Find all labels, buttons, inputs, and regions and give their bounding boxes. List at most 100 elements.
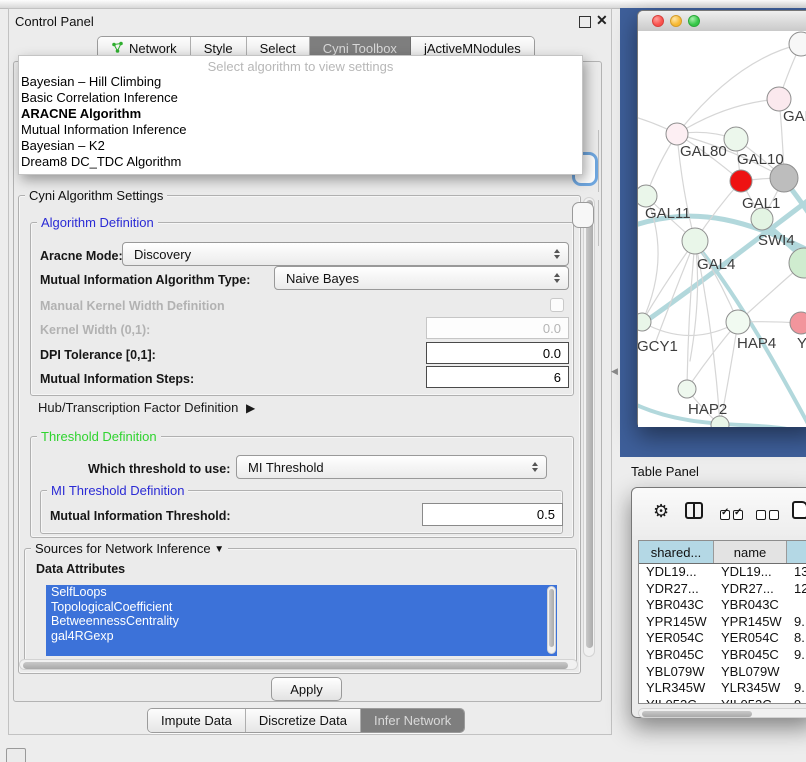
zoom-traffic-light[interactable] <box>688 15 700 27</box>
algorithm-placeholder: Select algorithm to view settings <box>19 59 582 74</box>
deselect-all-icon[interactable] <box>756 506 782 524</box>
attribute-betweennesscentrality[interactable]: BetweennessCentrality <box>46 614 557 629</box>
table-cell: 9. <box>787 647 806 664</box>
network-window-titlebar[interactable] <box>638 11 806 32</box>
table-horizontal-scrollbar[interactable] <box>638 708 806 718</box>
bottom-tabbar: Impute DataDiscretize DataInfer Network <box>147 708 465 733</box>
edge <box>642 241 695 322</box>
node-gal10[interactable] <box>724 127 748 151</box>
table-cell: YER054C <box>639 630 714 647</box>
table-cell: YPR145W <box>639 614 714 631</box>
node-gal11[interactable] <box>638 185 657 207</box>
node-gal1-red[interactable] <box>730 170 752 192</box>
node-gal4[interactable] <box>682 228 708 254</box>
table-toolbar: ⚙ <box>632 488 806 536</box>
node-gcy1[interactable] <box>638 313 651 331</box>
algorithm-option-bayesian-k2[interactable]: Bayesian – K2 <box>19 138 582 154</box>
data-attributes-list[interactable]: SelfLoopsTopologicalCoefficientBetweenne… <box>46 585 557 656</box>
algorithm-definition-title: Algorithm Definition <box>37 215 158 230</box>
tab-infer-network[interactable]: Infer Network <box>361 709 464 732</box>
network-view-window: GAL7GAL80GAL10GAL1SWI4GAL11GAL4GCY1HAP4Y… <box>637 10 806 427</box>
column-header-a[interactable]: A <box>787 541 806 563</box>
new-table-icon[interactable] <box>792 501 806 519</box>
kernel-width-label: Kernel Width (0,1): <box>40 323 150 337</box>
table-row[interactable]: YDL19...YDL19...13 <box>639 564 806 581</box>
algorithm-option-mutual-information-inference[interactable]: Mutual Information Inference <box>19 122 582 138</box>
select-all-icon[interactable] <box>720 506 746 524</box>
network-graph: GAL7GAL80GAL10GAL1SWI4GAL11GAL4GCY1HAP4Y… <box>638 31 806 427</box>
sources-title[interactable]: Sources for Network Inference ▼ <box>31 541 228 556</box>
hidden-group-border-fragment <box>598 130 599 192</box>
node-label-gal7: GAL7 <box>783 108 806 125</box>
column-pair-icon[interactable] <box>685 502 703 519</box>
table-cell: YDR27... <box>639 581 714 598</box>
table-row[interactable]: YER054CYER054C8. <box>639 630 806 647</box>
kernel-width-field[interactable]: 0.0 <box>426 317 569 339</box>
attribute-list-scrollbar[interactable] <box>547 586 556 654</box>
node-top-partial[interactable] <box>789 32 806 56</box>
tab-label: Cyni Toolbox <box>323 41 397 56</box>
network-canvas[interactable]: GAL7GAL80GAL10GAL1SWI4GAL11GAL4GCY1HAP4Y… <box>638 31 806 427</box>
tab-discretize-data[interactable]: Discretize Data <box>246 709 361 732</box>
node-hap2[interactable] <box>678 380 696 398</box>
mi-algorithm-type-label: Mutual Information Algorithm Type: <box>40 273 250 287</box>
edge <box>687 241 695 389</box>
table-row[interactable]: YIL052CYIL052C9. <box>639 697 806 703</box>
apply-button[interactable]: Apply <box>271 677 342 701</box>
algorithm-option-aracne-algorithm[interactable]: ARACNE Algorithm <box>19 106 582 122</box>
attribute-selfloops[interactable]: SelfLoops <box>46 585 557 600</box>
column-header-name[interactable]: name <box>714 541 787 563</box>
attribute-gal4rgexp[interactable]: gal4RGexp <box>46 629 557 644</box>
table-row[interactable]: YBR043CYBR043C <box>639 597 806 614</box>
table-row[interactable]: YLR345WYLR345W9. <box>639 680 806 697</box>
table-cell: YBR045C <box>714 647 787 664</box>
dpi-tolerance-field[interactable]: 0.0 <box>426 342 569 364</box>
manual-kernel-width-label: Manual Kernel Width Definition <box>40 299 225 313</box>
which-threshold-label: Which threshold to use: <box>88 462 230 476</box>
close-icon[interactable]: ✕ <box>596 12 608 29</box>
node-gal80[interactable] <box>666 123 688 145</box>
threshold-definition-title: Threshold Definition <box>37 429 161 444</box>
close-traffic-light[interactable] <box>652 15 664 27</box>
table-row[interactable]: YBL079WYBL079W <box>639 664 806 681</box>
control-panel-title: Control Panel <box>15 14 94 29</box>
table-cell: YIL052C <box>714 697 787 703</box>
tab-label: Network <box>129 41 177 56</box>
table-cell: YBL079W <box>639 664 714 681</box>
table-row[interactable]: YBR045CYBR045C9. <box>639 647 806 664</box>
node-label-gal80: GAL80 <box>680 143 727 160</box>
which-threshold-select[interactable]: MI Threshold <box>236 455 547 479</box>
tab-impute-data[interactable]: Impute Data <box>148 709 246 732</box>
node-hap4[interactable] <box>726 310 750 334</box>
algorithm-option-bayesian-hill-climbing[interactable]: Bayesian – Hill Climbing <box>19 74 582 90</box>
node-gray-node[interactable] <box>770 164 798 192</box>
settings-gear-icon[interactable]: ⚙ <box>653 502 669 520</box>
settings-vertical-scrollbar[interactable] <box>583 197 595 657</box>
table-cell: YPR145W <box>714 614 787 631</box>
combo-fragment <box>572 202 594 228</box>
table-row[interactable]: YPR145WYPR145W9. <box>639 614 806 631</box>
settings-horizontal-scrollbar[interactable] <box>19 659 578 670</box>
mi-steps-field[interactable]: 6 <box>426 366 569 388</box>
minimize-traffic-light[interactable] <box>670 15 682 27</box>
panel-divider-collapse-icon[interactable]: ◀ <box>611 366 618 377</box>
aracne-mode-label: Aracne Mode: <box>40 249 123 263</box>
float-window-icon[interactable] <box>579 16 591 28</box>
mi-algorithm-type-select[interactable]: Naive Bayes <box>274 266 569 290</box>
node-salmon-y[interactable] <box>790 312 806 334</box>
algorithm-option-basic-correlation-inference[interactable]: Basic Correlation Inference <box>19 90 582 106</box>
attribute-topologicalcoefficient[interactable]: TopologicalCoefficient <box>46 600 557 615</box>
manual-kernel-width-checkbox[interactable] <box>550 298 564 312</box>
table-cell: YDR27... <box>714 581 787 598</box>
table-cell: YBL079W <box>714 664 787 681</box>
mi-threshold-field[interactable]: 0.5 <box>422 503 563 526</box>
table-cell: YBR043C <box>714 597 787 614</box>
hub-definition-toggle[interactable]: Hub/Transcription Factor Definition ▶ <box>38 400 251 415</box>
collapsed-panel-icon[interactable] <box>6 748 26 762</box>
algorithm-option-dream8-dc-tdc-algorithm[interactable]: Dream8 DC_TDC Algorithm <box>19 154 582 170</box>
table-row[interactable]: YDR27...YDR27...12 <box>639 581 806 598</box>
aracne-mode-select[interactable]: Discovery <box>122 242 569 266</box>
table-cell: YDL19... <box>639 564 714 581</box>
control-panel-window: Control Panel ✕ NetworkStyleSelectCyni T… <box>8 8 612 735</box>
column-header-shared[interactable]: shared... <box>639 541 714 563</box>
